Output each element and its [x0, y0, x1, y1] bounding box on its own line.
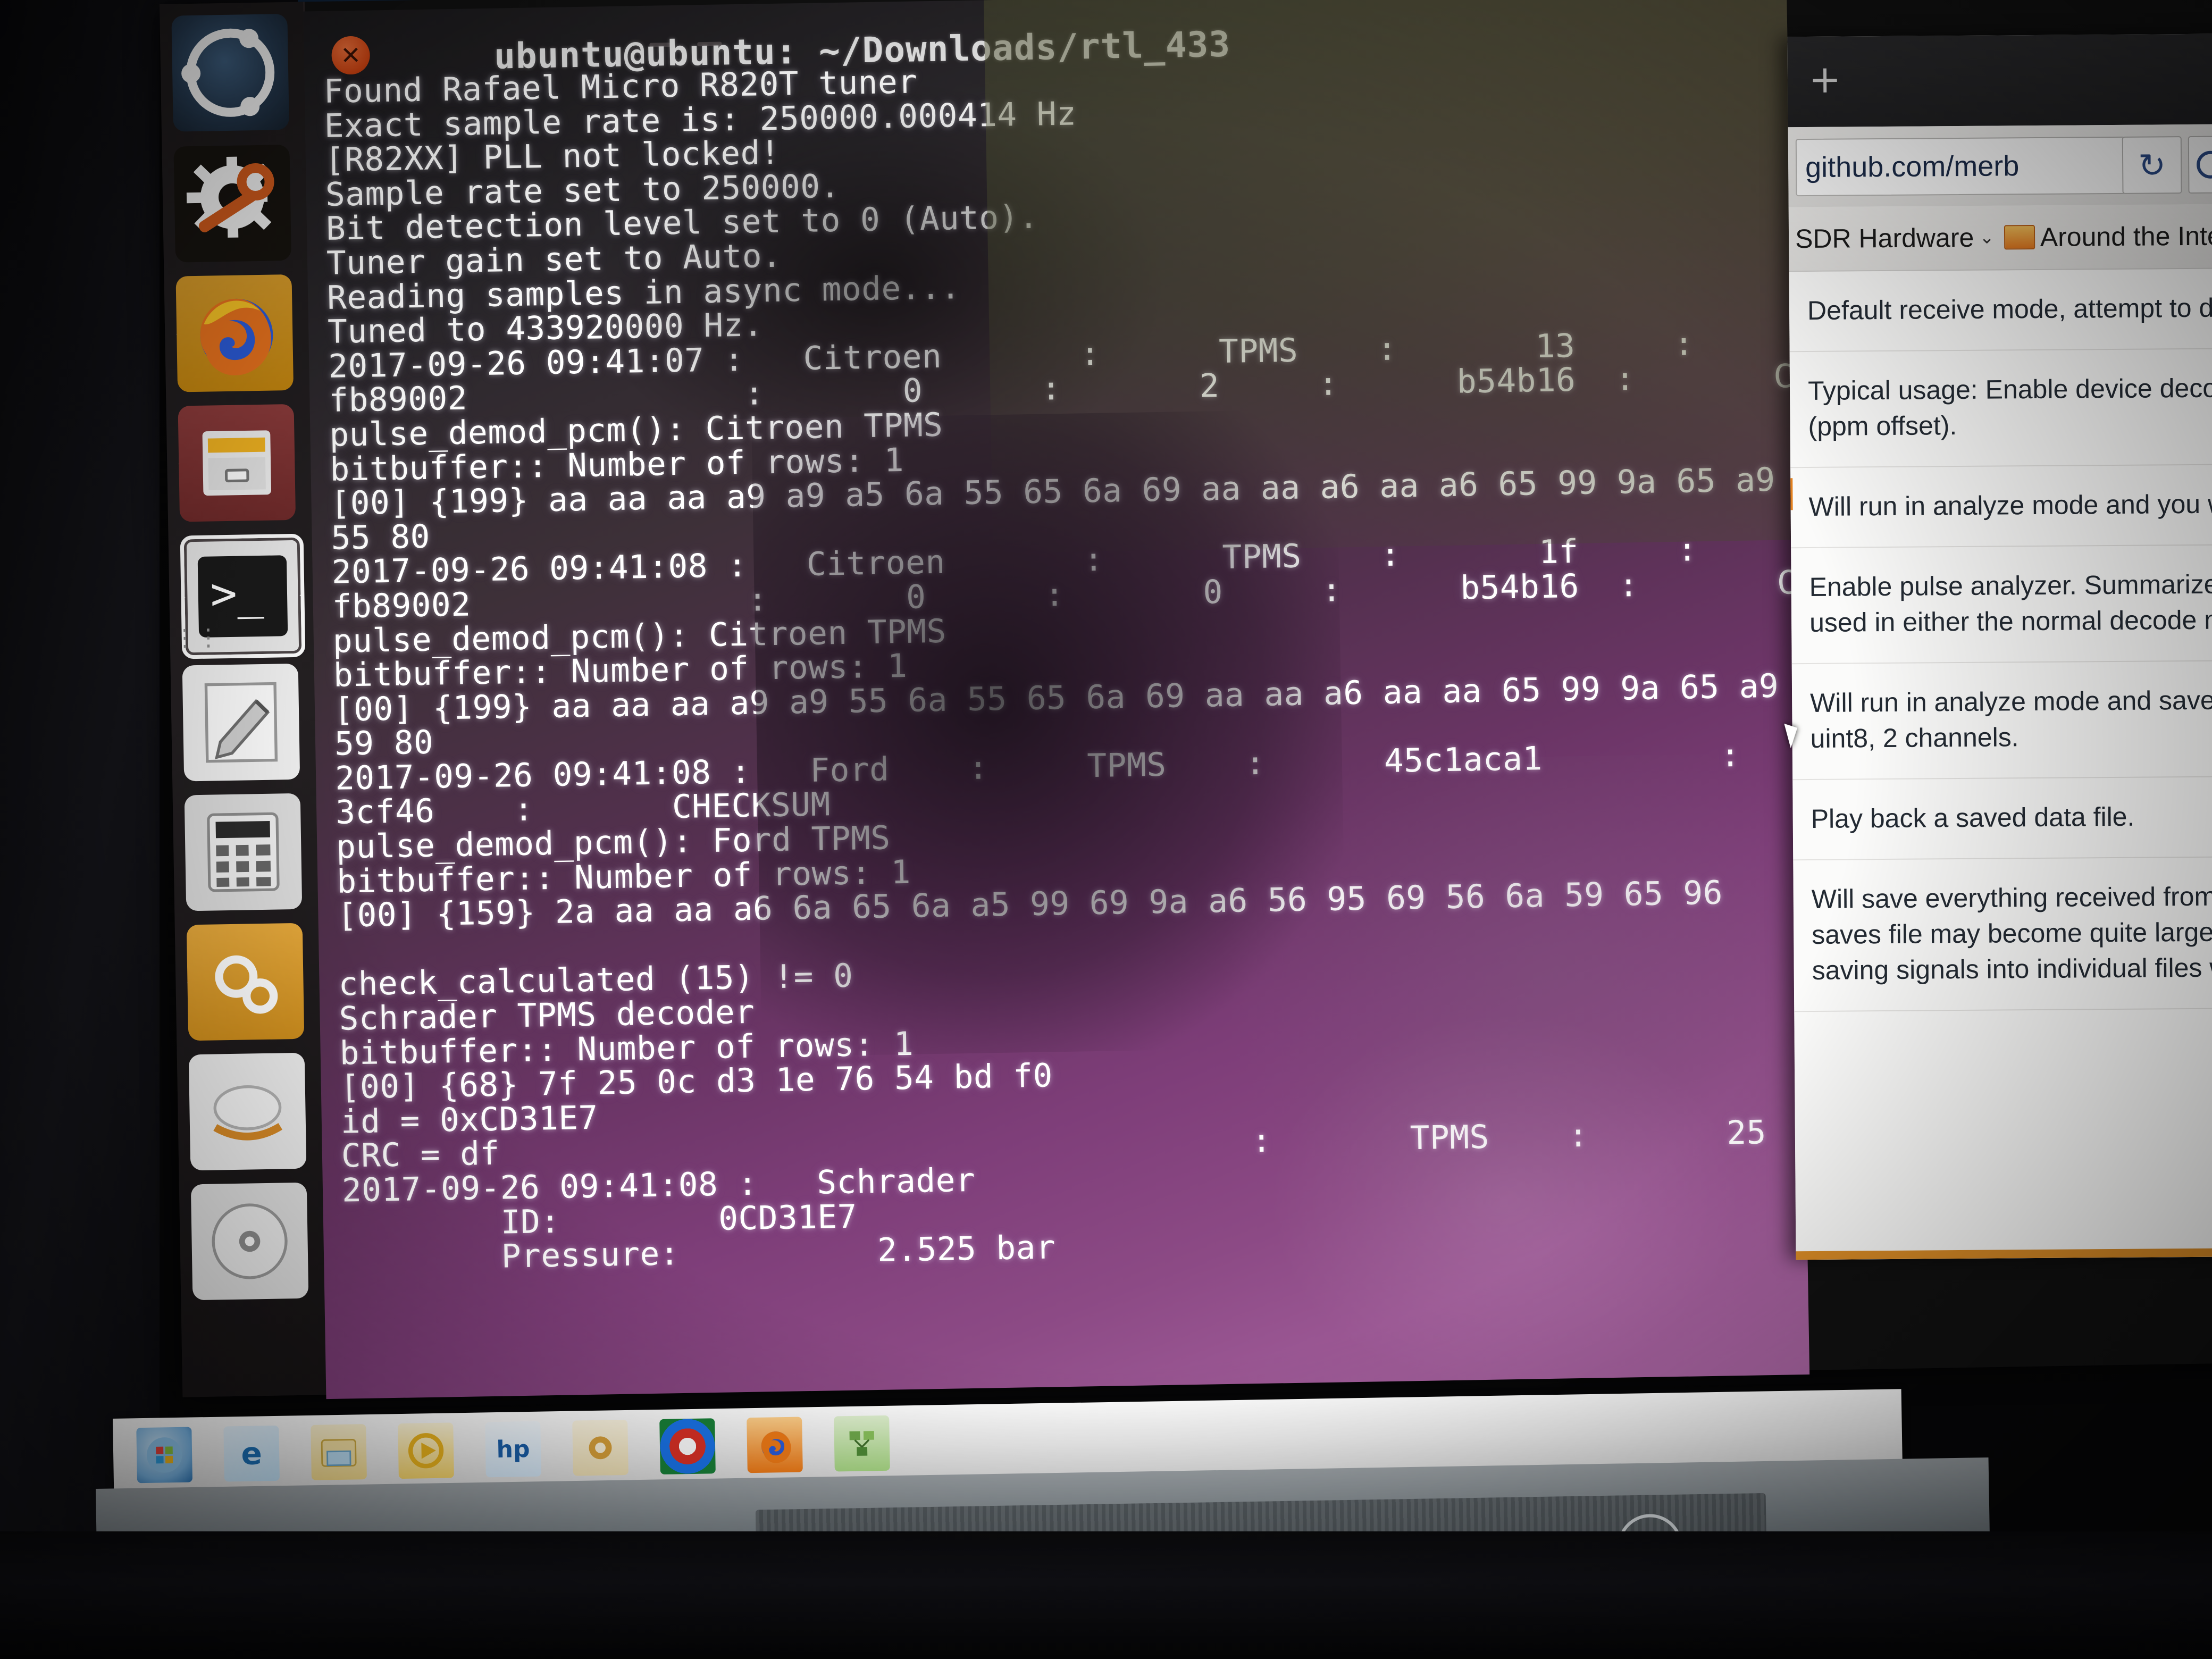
- launcher-running-arrow-left: [186, 976, 188, 990]
- terminal-output[interactable]: Found Rafael Micro R820T tuner Exact samp…: [304, 51, 1809, 1399]
- bookmark-item[interactable]: SDR Hardware ⌄: [1795, 222, 1995, 255]
- pencil-notepad-icon: [204, 682, 278, 763]
- launcher-item-files[interactable]: [178, 404, 296, 522]
- desk-surface: [0, 1531, 2212, 1659]
- bookmark-item[interactable]: Around the Internet⌄: [2004, 220, 2212, 253]
- launcher-focused-arrow-right: [299, 588, 306, 602]
- launcher-running-arrow-left: [180, 590, 186, 605]
- reload-button[interactable]: ↻: [2122, 136, 2182, 194]
- file-explorer-button[interactable]: [311, 1424, 367, 1480]
- hp-app-button[interactable]: hp: [485, 1421, 541, 1478]
- network-icon: [849, 1431, 874, 1456]
- firefox-icon: [200, 298, 273, 375]
- software-bag-icon: [215, 955, 278, 1014]
- svg-text:>_: >_: [210, 567, 265, 620]
- address-bar-input[interactable]: github.com/merb: [1795, 136, 2126, 197]
- firefox-taskbar-button[interactable]: [747, 1417, 803, 1473]
- doc-table-row: Will run in analyze mode and you will: [1790, 464, 2212, 549]
- launcher-item-amazon[interactable]: [188, 1052, 307, 1171]
- monitor-left-bezel: [0, 0, 160, 1659]
- amazon-icon: [213, 1085, 282, 1141]
- page-content: Default receive mode, attempt to deco Typ…: [1789, 267, 2212, 1260]
- start-button[interactable]: [136, 1427, 193, 1484]
- internet-explorer-button[interactable]: e: [223, 1425, 280, 1482]
- network-app-button[interactable]: [834, 1415, 890, 1472]
- kde-app-button[interactable]: [572, 1419, 629, 1476]
- bookmark-label: SDR Hardware: [1795, 222, 1974, 254]
- window-close-button[interactable]: ✕: [331, 36, 371, 75]
- terminal-window[interactable]: ✕ ubuntu@ubuntu: ~/Downloads/rtl_433 Fou…: [303, 0, 1810, 1400]
- folder-icon: [2004, 225, 2035, 250]
- launcher-item-system-settings[interactable]: [173, 144, 292, 263]
- windows-orb-icon: [146, 1437, 182, 1473]
- ubuntu-desktop-screen: >_ ⋮⋮ ✕ ubuntu@ubuntu: ~/Downloads/rtl_4…: [160, 0, 2212, 1400]
- search-icon: [2196, 150, 2212, 179]
- firefox-window[interactable]: + github.com/merb ↻ rtl_433 SDR Hardware…: [1787, 32, 2212, 1260]
- launcher-running-arrow-left: [175, 327, 178, 341]
- gear-icon: [186, 156, 274, 238]
- media-player-button[interactable]: [398, 1422, 454, 1479]
- bookmark-label: Around the Internet: [2040, 220, 2212, 252]
- launcher-item-calculator[interactable]: [184, 793, 303, 911]
- ubuntu-logo-icon: [181, 28, 275, 118]
- launcher-drag-grip[interactable]: ⋮⋮: [173, 624, 220, 651]
- firefox-icon: [761, 1431, 791, 1463]
- unity-launcher: >_ ⋮⋮: [160, 2, 328, 1397]
- doc-table-row: Will save everything received from the s…: [1793, 856, 2212, 1012]
- search-box[interactable]: rtl_433: [2188, 135, 2212, 194]
- firefox-tabstrip: +: [1787, 32, 2212, 128]
- folder-icon: [321, 1439, 357, 1467]
- internet-explorer-icon: e: [240, 1435, 263, 1472]
- launcher-running-arrow-left: [178, 457, 180, 471]
- launcher-item-software-center[interactable]: [186, 923, 305, 1041]
- launcher-item-text-editor[interactable]: [182, 663, 300, 782]
- launcher-item-ubuntu-dash[interactable]: [171, 14, 289, 132]
- reload-icon: ↻: [2138, 145, 2166, 185]
- doc-table-row: Typical usage: Enable device decode (ppm…: [1789, 348, 2212, 468]
- play-icon: [408, 1433, 444, 1469]
- doc-table-row: Enable pulse analyzer. Summarizes th use…: [1791, 544, 2212, 665]
- launcher-item-disc-burner[interactable]: [190, 1182, 309, 1301]
- launcher-running-arrow-left: [188, 1105, 190, 1120]
- calculator-icon: [207, 812, 280, 892]
- doc-table-row: Play back a saved data file.: [1792, 776, 2212, 861]
- chrome-button[interactable]: [659, 1418, 716, 1474]
- photo-of-monitor-scene: >_ ⋮⋮ ✕ ubuntu@ubuntu: ~/Downloads/rtl_4…: [0, 0, 2212, 1659]
- chevron-down-icon: ⌄: [1979, 227, 1995, 248]
- bookmarks-bar[interactable]: SDR Hardware⌄Around the Internet⌄: [1788, 203, 2212, 272]
- doc-table-row: Default receive mode, attempt to deco: [1789, 267, 2212, 353]
- new-tab-button[interactable]: +: [1809, 57, 1841, 102]
- disc-icon: [212, 1203, 288, 1279]
- gear-app-icon: [589, 1436, 612, 1460]
- firefox-navbar: github.com/merb ↻ rtl_433: [1788, 123, 2212, 208]
- file-cabinet-icon: [202, 430, 272, 496]
- launcher-item-firefox[interactable]: [175, 274, 294, 392]
- hp-icon: hp: [496, 1435, 530, 1463]
- doc-table-row: Will run in analyze mode and save a t ui…: [1791, 660, 2212, 781]
- close-icon: ✕: [340, 40, 362, 70]
